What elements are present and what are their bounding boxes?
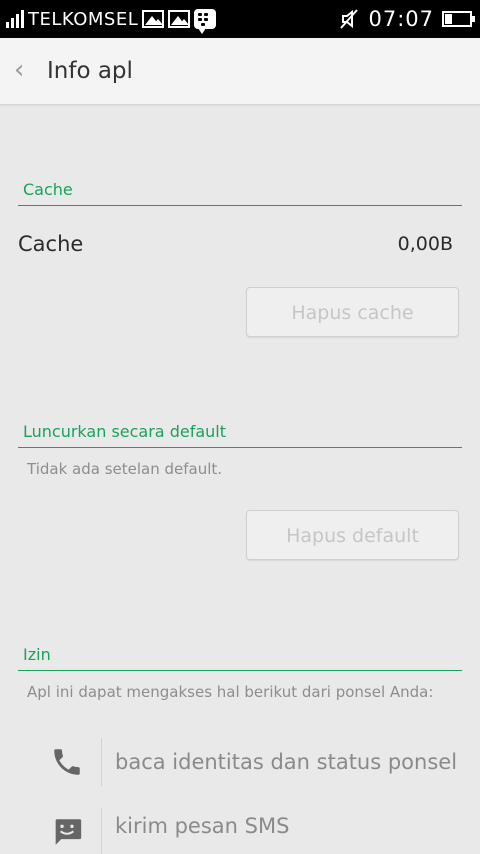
- cache-size-value: 0,00B: [397, 233, 453, 255]
- section-title-cache: Cache: [23, 180, 73, 199]
- app-header: ‹ Info apl: [0, 38, 480, 105]
- status-bar-right: 07:07: [338, 0, 475, 38]
- battery-icon: [442, 11, 475, 27]
- permission-send-sms[interactable]: kirim pesan SMS: [115, 814, 289, 838]
- cache-label: Cache: [18, 232, 84, 256]
- phone-icon: [54, 749, 80, 775]
- permissions-description: Apl ini dapat mengakses hal berikut dari…: [27, 683, 434, 701]
- bbm-icon: [194, 9, 217, 34]
- clock: 07:07: [368, 7, 434, 31]
- launch-default-description: Tidak ada setelan default.: [27, 460, 223, 478]
- battery-fill: [445, 14, 452, 24]
- section-divider: [18, 205, 462, 206]
- status-bar: TELKOMSEL 07:07: [0, 0, 480, 38]
- page-title: Info apl: [47, 58, 133, 84]
- permission-separator: [101, 738, 102, 786]
- clear-defaults-button[interactable]: Hapus default: [246, 510, 459, 560]
- section-divider: [18, 670, 462, 671]
- section-divider: [18, 447, 462, 448]
- clear-cache-button[interactable]: Hapus cache: [246, 287, 459, 337]
- image-icon: [142, 10, 165, 28]
- back-chevron-icon[interactable]: ‹: [14, 52, 24, 88]
- image-icon: [168, 10, 191, 28]
- signal-icon: [6, 10, 24, 28]
- section-title-launch-default: Luncurkan secara default: [23, 422, 226, 441]
- permission-separator: [101, 808, 102, 854]
- mute-icon: [340, 9, 359, 29]
- section-title-permissions: Izin: [23, 645, 51, 664]
- permission-phone-state[interactable]: baca identitas dan status ponsel: [115, 750, 457, 774]
- sms-icon: [54, 819, 82, 845]
- status-bar-left: TELKOMSEL: [6, 0, 217, 38]
- carrier-name: TELKOMSEL: [28, 8, 139, 30]
